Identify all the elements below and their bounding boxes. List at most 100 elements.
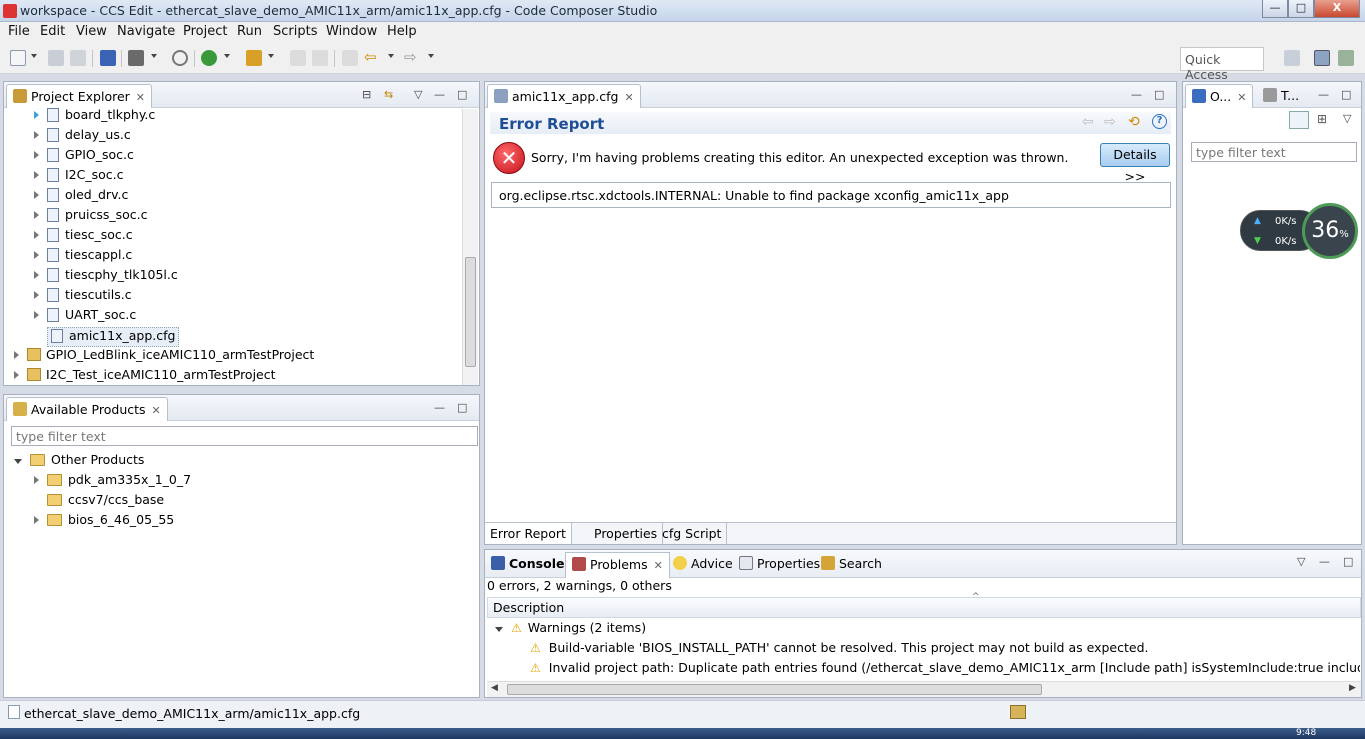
tree-file[interactable]: pruicss_soc.c <box>34 207 148 227</box>
save-icon[interactable] <box>48 50 64 66</box>
maximize-icon[interactable]: □ <box>1341 88 1351 101</box>
minimize-icon[interactable]: — <box>434 88 445 101</box>
save-all-icon[interactable] <box>70 50 86 66</box>
progress-icon[interactable] <box>1010 705 1026 719</box>
close-button[interactable]: X <box>1314 0 1360 18</box>
debug-icon[interactable] <box>201 50 217 66</box>
new-icon[interactable] <box>10 50 26 66</box>
back-arrow-icon[interactable]: ⇦ <box>1082 114 1094 130</box>
debug-perspective-icon[interactable] <box>1338 50 1354 66</box>
chevron-down-icon[interactable] <box>268 54 274 58</box>
tab-problems[interactable]: Problems ✕ <box>565 552 670 578</box>
tree-project[interactable]: GPIO_LedBlink_iceAMIC110_armTestProject <box>14 347 314 367</box>
help-icon[interactable]: ? <box>1152 114 1167 129</box>
tree-file[interactable]: tiescphy_tlk105l.c <box>34 267 178 287</box>
last-edit-icon[interactable] <box>342 50 358 66</box>
tree-view-icon[interactable]: ⊞ <box>1317 112 1327 126</box>
maximize-button[interactable]: □ <box>1288 0 1314 18</box>
tab-cfg-script[interactable]: cfg Script <box>657 523 728 544</box>
terminal-icon[interactable] <box>100 50 116 66</box>
search-icon[interactable] <box>172 50 188 66</box>
chevron-down-icon[interactable] <box>388 54 394 58</box>
scrollbar[interactable] <box>462 109 478 385</box>
view-menu-icon[interactable]: ▽ <box>1343 112 1351 125</box>
scroll-right-icon[interactable]: ▶ <box>1349 683 1356 693</box>
refresh-icon[interactable]: ⟲ <box>1128 114 1140 130</box>
close-icon[interactable]: ✕ <box>654 559 663 572</box>
tab-properties[interactable]: Properties <box>589 523 664 544</box>
tree-file[interactable]: delay_us.c <box>34 127 131 147</box>
tree-file[interactable]: tiescutils.c <box>34 287 132 307</box>
minimize-button[interactable]: — <box>1262 0 1288 18</box>
maximize-icon[interactable]: □ <box>457 401 467 414</box>
view-menu-icon[interactable]: ▽ <box>414 88 422 101</box>
build-icon[interactable] <box>128 50 144 66</box>
tab-properties-view[interactable]: Properties <box>739 556 820 571</box>
forward-arrow-icon[interactable]: ⇨ <box>404 50 420 66</box>
forward-arrow-icon[interactable]: ⇨ <box>1104 114 1116 130</box>
details-button[interactable]: Details >> <box>1100 143 1170 184</box>
chevron-down-icon[interactable] <box>428 54 434 58</box>
chevron-down-icon[interactable] <box>31 54 37 58</box>
tree-file[interactable]: board_tlkphy.c <box>34 107 155 127</box>
close-icon[interactable]: ✕ <box>136 91 145 104</box>
tree-product[interactable]: ccsv7/ccs_base <box>47 492 164 512</box>
menu-scripts[interactable]: Scripts <box>273 24 317 39</box>
tree-file[interactable]: I2C_soc.c <box>34 167 124 187</box>
tab-error-report[interactable]: Error Report <box>485 523 572 544</box>
menu-run[interactable]: Run <box>237 24 262 39</box>
collapse-all-icon[interactable]: ⊟ <box>362 88 371 101</box>
flash-icon[interactable] <box>246 50 262 66</box>
tab-advice[interactable]: Advice <box>673 556 733 571</box>
tree-group[interactable]: Other Products <box>14 452 144 472</box>
chevron-down-icon[interactable] <box>224 54 230 58</box>
open-perspective-icon[interactable] <box>1284 50 1300 66</box>
tree-file-selected[interactable]: amic11x_app.cfg <box>47 327 180 347</box>
list-view-icon[interactable] <box>1289 111 1309 129</box>
close-icon[interactable]: ✕ <box>1237 91 1246 104</box>
tree-file[interactable]: GPIO_soc.c <box>34 147 134 167</box>
warning-row[interactable]: ⚠ Build-variable 'BIOS_INSTALL_PATH' cann… <box>530 640 1148 660</box>
view-menu-icon[interactable]: ▽ <box>1297 555 1305 568</box>
menu-help[interactable]: Help <box>387 24 417 39</box>
maximize-icon[interactable]: □ <box>1154 88 1164 101</box>
tab-outline[interactable]: O... ✕ <box>1185 84 1254 108</box>
quick-access-input[interactable]: Quick Access <box>1180 47 1264 82</box>
back-arrow-icon[interactable]: ⇦ <box>364 50 380 66</box>
scroll-left-icon[interactable]: ◀ <box>491 683 498 693</box>
minimize-icon[interactable]: — <box>434 401 445 414</box>
warnings-group[interactable]: ⚠ Warnings (2 items) <box>495 620 646 640</box>
scrollbar-thumb[interactable] <box>507 684 1042 695</box>
tree-project[interactable]: I2C_Test_iceAMIC110_armTestProject <box>14 367 276 387</box>
scrollbar-thumb[interactable] <box>465 257 476 367</box>
menu-view[interactable]: View <box>76 24 107 39</box>
tab-console[interactable]: Console <box>491 556 564 571</box>
minimize-icon[interactable]: — <box>1319 555 1330 568</box>
chevron-down-icon[interactable] <box>151 54 157 58</box>
next-annotation-icon[interactable] <box>312 50 328 66</box>
menu-file[interactable]: File <box>8 24 30 39</box>
close-icon[interactable]: ✕ <box>152 404 161 417</box>
link-editor-icon[interactable]: ⇆ <box>384 88 393 101</box>
tab-project-explorer[interactable]: Project Explorer ✕ <box>6 84 153 108</box>
tree-product[interactable]: pdk_am335x_1_0_7 <box>34 472 191 492</box>
outline-filter-input[interactable]: type filter text <box>1191 142 1357 162</box>
maximize-icon[interactable]: □ <box>1343 555 1353 568</box>
menu-project[interactable]: Project <box>183 24 227 39</box>
tab-editor-amic11x-app-cfg[interactable]: amic11x_app.cfg ✕ <box>487 84 641 108</box>
horizontal-scrollbar[interactable]: ◀ ▶ <box>487 681 1361 697</box>
tree-product[interactable]: bios_6_46_05_55 <box>34 512 174 532</box>
tree-file[interactable]: tiesc_soc.c <box>34 227 133 247</box>
warning-row[interactable]: ⚠ Invalid project path: Duplicate path en… <box>530 660 1360 680</box>
minimize-icon[interactable]: — <box>1318 88 1329 101</box>
menu-navigate[interactable]: Navigate <box>117 24 175 39</box>
tree-file[interactable]: oled_drv.c <box>34 187 128 207</box>
maximize-icon[interactable]: □ <box>457 88 467 101</box>
menu-edit[interactable]: Edit <box>40 24 65 39</box>
tab-task-list[interactable]: T... <box>1263 88 1299 103</box>
close-icon[interactable]: ✕ <box>624 91 633 104</box>
tree-file[interactable]: tiescappl.c <box>34 247 132 267</box>
tree-file[interactable]: UART_soc.c <box>34 307 136 327</box>
tab-search[interactable]: Search <box>821 556 882 571</box>
products-filter-input[interactable]: type filter text <box>11 426 478 446</box>
